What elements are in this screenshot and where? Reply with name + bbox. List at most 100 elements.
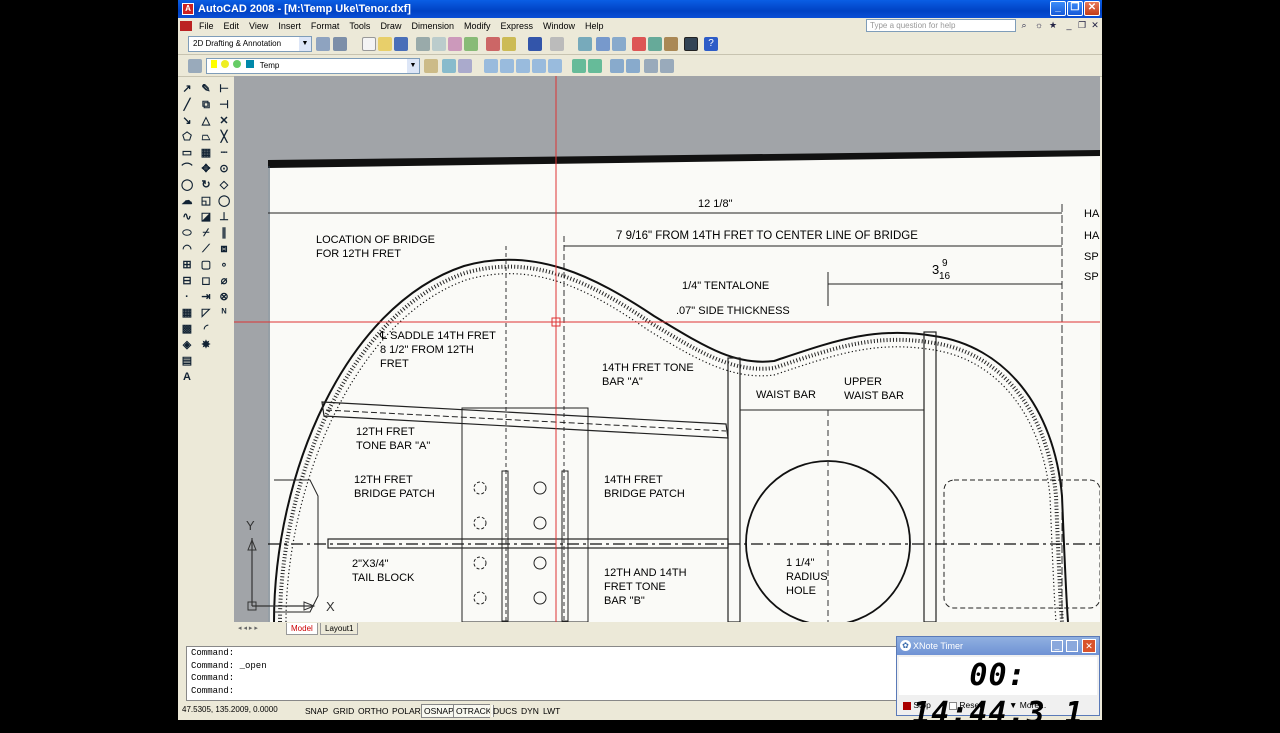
zoom-extents-icon[interactable] <box>626 59 640 73</box>
osnap-settings-icon[interactable]: ⊗ <box>218 291 230 303</box>
menu-tools[interactable]: Tools <box>344 21 375 31</box>
timer-reset-button[interactable]: Reset <box>949 698 982 712</box>
center-snap-icon[interactable]: ⊙ <box>218 163 230 175</box>
mirror-icon[interactable]: △ <box>200 115 212 127</box>
zoom-center-icon[interactable] <box>532 59 546 73</box>
pan-icon[interactable] <box>578 37 592 51</box>
redo-icon[interactable] <box>550 37 564 51</box>
ortho-toggle[interactable]: ORTHO <box>355 704 392 718</box>
doc-minimize-button[interactable]: _ <box>1064 20 1074 30</box>
calculator-icon[interactable] <box>684 37 698 51</box>
grid-toggle[interactable]: GRID <box>330 704 358 718</box>
join-icon[interactable]: ⇥ <box>200 291 212 303</box>
quadrant-snap-icon[interactable]: ◇ <box>218 179 230 191</box>
polyline-icon[interactable]: ↘ <box>181 115 193 127</box>
maximize-button[interactable]: ❐ <box>1067 1 1083 16</box>
timer-close-button[interactable]: ✕ <box>1082 639 1096 653</box>
pan-realtime-icon[interactable] <box>644 59 658 73</box>
help-icon[interactable]: ? <box>704 37 718 51</box>
make-object-layer-current-icon[interactable] <box>424 59 438 73</box>
menu-insert[interactable]: Insert <box>273 21 306 31</box>
layer-previous-icon[interactable] <box>442 59 456 73</box>
communication-icon[interactable]: ☼ <box>1034 20 1044 30</box>
spline-icon[interactable]: ∿ <box>181 211 193 223</box>
layer-isolate-icon[interactable] <box>458 59 472 73</box>
intersection-snap-icon[interactable]: ✕ <box>218 115 230 127</box>
insert-block-icon[interactable]: ⊞ <box>181 259 193 271</box>
timer-more-button[interactable]: ▼ More... <box>1009 698 1046 712</box>
tangent-snap-icon[interactable]: ◯ <box>218 195 230 207</box>
ducs-toggle[interactable]: DUCS <box>490 704 521 718</box>
publish-icon[interactable] <box>448 37 462 51</box>
menu-dimension[interactable]: Dimension <box>406 21 459 31</box>
scale-icon[interactable]: ◱ <box>200 195 212 207</box>
doc-close-button[interactable]: ✕ <box>1090 20 1100 30</box>
line-icon[interactable]: ↗ <box>181 83 193 95</box>
zoom-object-icon[interactable] <box>548 59 562 73</box>
table-icon[interactable]: ▤ <box>181 355 193 367</box>
menu-express[interactable]: Express <box>496 21 539 31</box>
zoom-realtime-icon[interactable] <box>596 37 610 51</box>
zoom-out-icon[interactable] <box>588 59 602 73</box>
timer-stop-button[interactable]: Stop <box>903 698 931 712</box>
make-block-icon[interactable]: ⊟ <box>181 275 193 287</box>
doc-restore-button[interactable]: ❐ <box>1077 20 1087 30</box>
tool-palettes-icon[interactable] <box>664 37 678 51</box>
zoom-all-icon[interactable] <box>610 59 624 73</box>
extension-snap-icon[interactable]: ┄ <box>218 147 230 159</box>
tab-nav-arrows-icon[interactable]: ◂ ◂ ▸ ▸ <box>238 624 258 632</box>
drawing-area[interactable]: 12 1/8" 7 9/16" FROM 14TH FRET TO CENTER… <box>234 76 1100 622</box>
trim-icon[interactable]: ⌿ <box>200 227 212 239</box>
zoom-dynamic-icon[interactable] <box>500 59 514 73</box>
point-icon[interactable]: · <box>181 291 193 303</box>
layer-select[interactable]: Temp ▼ <box>206 58 420 74</box>
menu-modify[interactable]: Modify <box>459 21 496 31</box>
tab-model[interactable]: Model <box>286 623 318 635</box>
circle-icon[interactable]: ◯ <box>181 179 193 191</box>
erase-icon[interactable]: ✎ <box>200 83 212 95</box>
layer-manager-icon[interactable] <box>188 59 202 73</box>
favorites-star-icon[interactable]: ★ <box>1048 20 1058 30</box>
menu-help[interactable]: Help <box>580 21 609 31</box>
minimize-button[interactable]: _ <box>1050 1 1066 16</box>
properties-icon[interactable] <box>632 37 646 51</box>
zoom-previous-icon[interactable] <box>660 59 674 73</box>
construction-line-icon[interactable]: ╱ <box>181 99 193 111</box>
rectangle-icon[interactable]: ▭ <box>181 147 193 159</box>
menu-window[interactable]: Window <box>538 21 580 31</box>
copy-object-icon[interactable]: ⧉ <box>200 99 212 111</box>
plot-icon[interactable] <box>416 37 430 51</box>
search-icon[interactable]: ⌕ <box>1019 20 1029 30</box>
help-search-input[interactable]: Type a question for help <box>866 19 1016 32</box>
design-center-icon[interactable] <box>648 37 662 51</box>
rotate-icon[interactable]: ↻ <box>200 179 212 191</box>
multiline-text-icon[interactable]: A <box>181 371 193 383</box>
snap-toggle[interactable]: SNAP <box>302 704 332 718</box>
region-icon[interactable]: ◈ <box>181 339 193 351</box>
workspace-select[interactable]: 2D Drafting & Annotation ▼ <box>188 36 312 52</box>
menu-draw[interactable]: Draw <box>375 21 406 31</box>
polar-toggle[interactable]: POLAR <box>389 704 424 718</box>
array-icon[interactable]: ▦ <box>200 147 212 159</box>
node-snap-icon[interactable]: ∘ <box>218 259 230 271</box>
undo-icon[interactable] <box>528 37 542 51</box>
explode-icon[interactable]: ✸ <box>200 339 212 351</box>
polygon-icon[interactable]: ⬠ <box>181 131 193 143</box>
zoom-in-icon[interactable] <box>572 59 586 73</box>
parallel-snap-icon[interactable]: ∥ <box>218 227 230 239</box>
midpoint-snap-icon[interactable]: ⊣ <box>218 99 230 111</box>
revision-cloud-icon[interactable]: ☁ <box>181 195 193 207</box>
apparent-intersection-icon[interactable]: ╳ <box>218 131 230 143</box>
cut-icon[interactable] <box>486 37 500 51</box>
timer-minimize-button[interactable]: _ <box>1051 640 1063 652</box>
my-workspace-icon[interactable] <box>333 37 347 51</box>
plot-preview-icon[interactable] <box>432 37 446 51</box>
dyn-toggle[interactable]: DYN <box>518 704 542 718</box>
menu-view[interactable]: View <box>244 21 273 31</box>
ellipse-arc-icon[interactable]: ◠ <box>181 243 193 255</box>
arc-icon[interactable]: ⌒ <box>181 163 193 175</box>
3d-dwf-icon[interactable] <box>464 37 478 51</box>
menu-format[interactable]: Format <box>306 21 345 31</box>
timer-maximize-button[interactable] <box>1066 640 1078 652</box>
insert-snap-icon[interactable]: ⧈ <box>218 243 230 255</box>
